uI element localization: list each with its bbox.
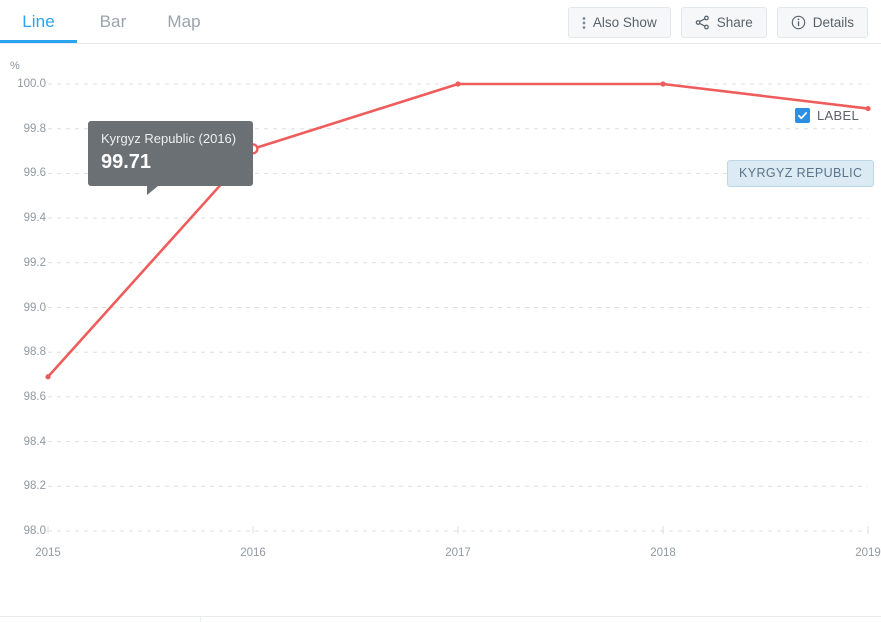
line-chart: % 100.0 99.8 99.6 99.4 99.2 99.0 98.8 98.6 98.4 9…	[0, 44, 881, 584]
x-axis-tick-label: 2019	[855, 547, 881, 559]
y-axis-ticks: 100.0 99.8 99.6 99.4 99.2 99.0 98.8 98.6 98.4 98.…	[0, 44, 46, 584]
share-button[interactable]: Share	[680, 7, 767, 38]
tooltip-pointer	[147, 186, 158, 195]
data-point[interactable]	[247, 143, 259, 155]
chart-canvas	[45, 81, 871, 534]
x-axis-tick-label: 2016	[240, 547, 266, 559]
active-tab-indicator	[0, 40, 77, 43]
y-axis-tick-label: 100.0	[17, 78, 46, 90]
series-label-badge[interactable]: KYRGYZ REPUBLIC	[727, 160, 875, 187]
footer-divider-tick	[200, 616, 201, 622]
y-axis-tick-label: 98.4	[23, 435, 46, 448]
data-point[interactable]	[45, 374, 51, 380]
info-circle-icon	[791, 15, 806, 30]
x-axis-tick-label: 2015	[35, 547, 61, 559]
checkbox-checked-icon[interactable]	[795, 108, 811, 123]
data-point[interactable]	[660, 81, 666, 87]
y-axis-tick-label: 99.6	[23, 167, 46, 180]
tab-map[interactable]: Map	[149, 0, 219, 43]
x-axis-tick-label: 2018	[650, 547, 676, 559]
series-layer	[45, 81, 871, 380]
label-toggle-text: LABEL	[817, 108, 859, 123]
details-button[interactable]: Details	[776, 7, 868, 38]
view-tabs: Line Bar Map	[0, 0, 219, 43]
y-axis-tick-label: 98.2	[23, 480, 46, 493]
gridlines	[47, 83, 869, 534]
y-axis-tick-label: 98.8	[23, 346, 46, 359]
y-axis-tick-label: 99.8	[23, 122, 46, 135]
kebab-menu-icon	[582, 16, 586, 30]
y-axis-tick-label: 98.0	[23, 525, 46, 537]
also-show-label: Also Show	[592, 15, 657, 30]
tab-bar[interactable]: Bar	[77, 0, 149, 43]
tab-line[interactable]: Line	[0, 0, 77, 43]
chart-toolbar: Line Bar Map Also Show Share Details	[0, 0, 881, 44]
x-axis-tick-label: 2017	[445, 547, 471, 559]
also-show-button[interactable]: Also Show	[567, 7, 671, 38]
details-label: Details	[812, 15, 854, 30]
share-icon	[695, 15, 710, 30]
y-axis-tick-label: 99.2	[23, 256, 46, 269]
data-point[interactable]	[455, 81, 461, 87]
y-axis-tick-label: 98.6	[23, 390, 46, 403]
y-axis-tick-label: 99.4	[23, 212, 46, 225]
footer-divider	[0, 616, 881, 617]
y-axis-tick-label: 99.0	[23, 301, 46, 314]
toolbar-actions: Also Show Share Details	[567, 7, 868, 38]
data-point[interactable]	[865, 105, 871, 112]
share-label: Share	[716, 15, 753, 30]
label-toggle[interactable]: LABEL	[795, 108, 859, 123]
